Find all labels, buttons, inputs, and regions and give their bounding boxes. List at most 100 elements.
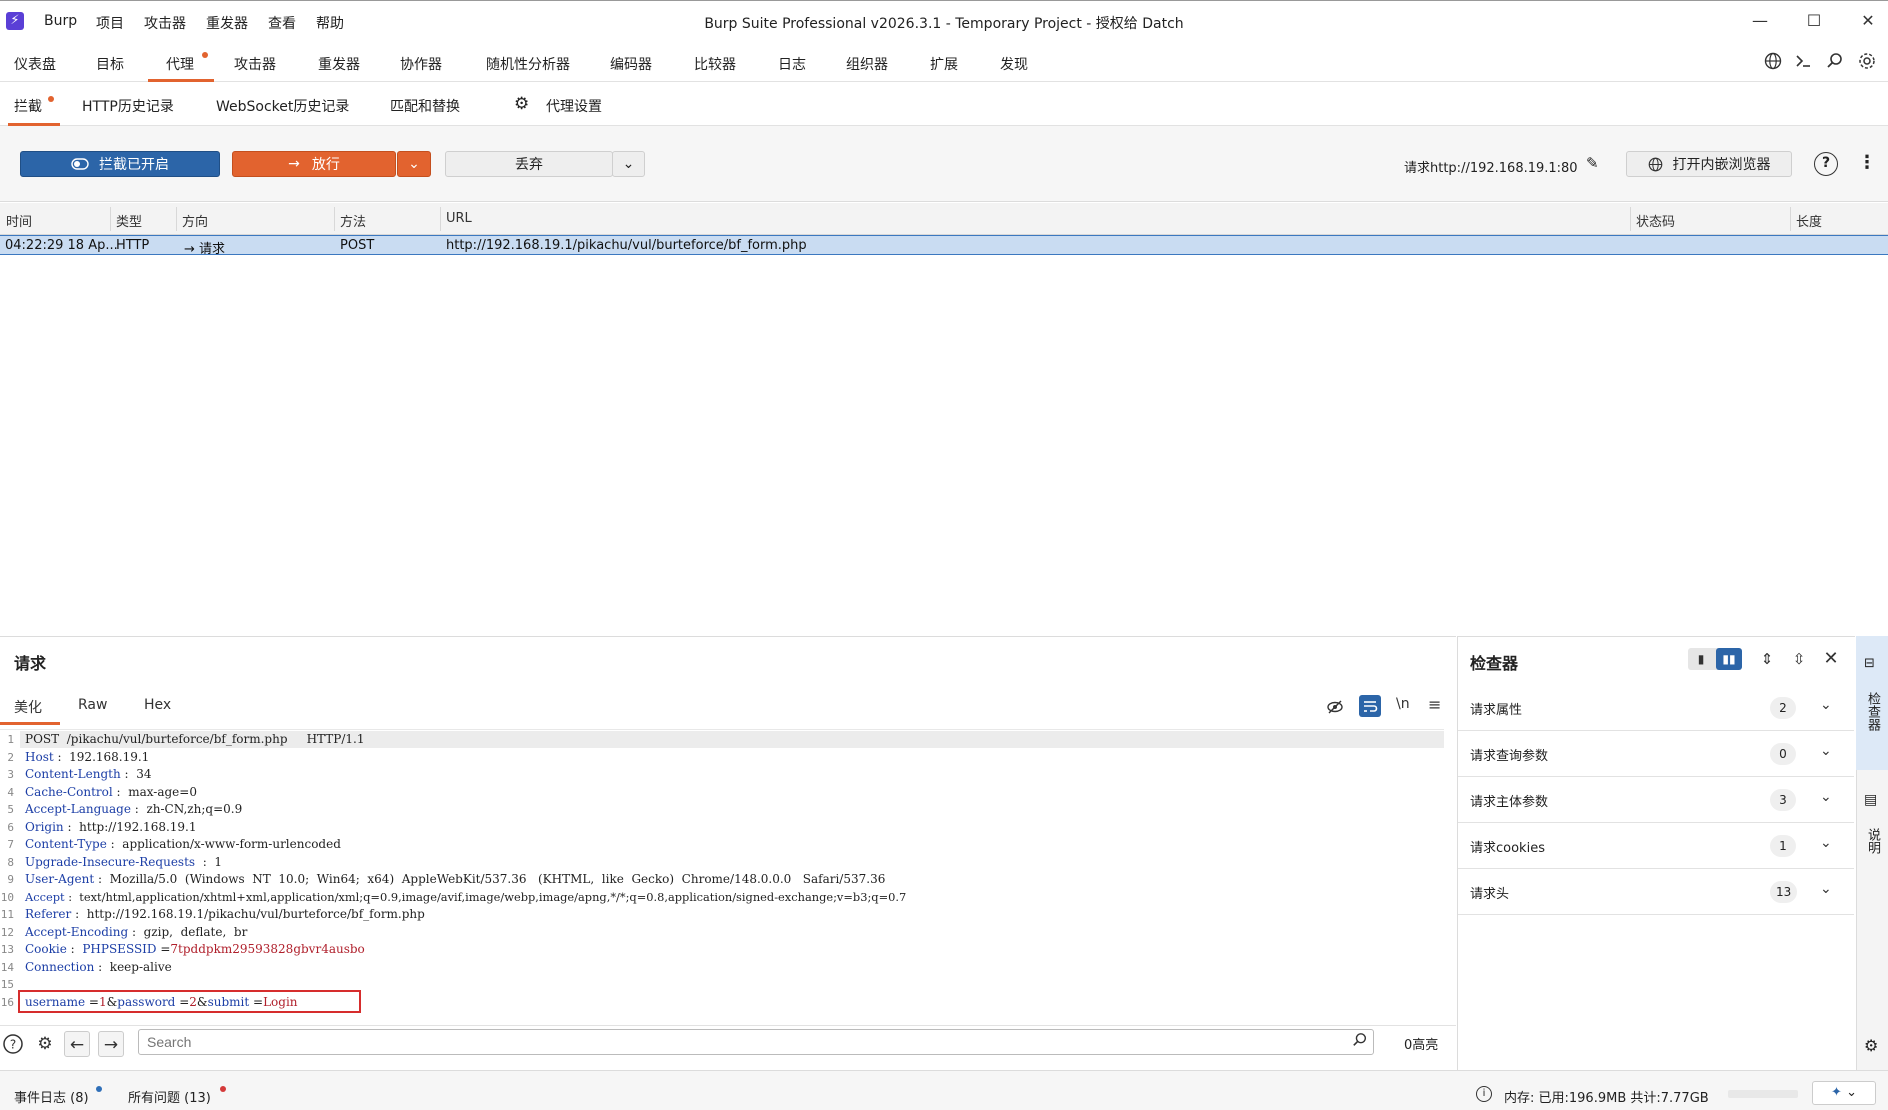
arrow-left-icon[interactable]: ←: [64, 1031, 90, 1057]
subtab-intercept[interactable]: 拦截: [14, 96, 42, 116]
request-target-label: 请求http://192.168.19.1:80: [1404, 161, 1578, 176]
cookie-line: Cookie : PHPSESSID =7tpddpkm29593828gbvr…: [25, 942, 365, 956]
tab-dashboard[interactable]: 仪表盘: [14, 54, 56, 74]
tab-extensions[interactable]: 扩展: [930, 54, 958, 74]
subtab-proxy-settings[interactable]: 代理设置: [546, 96, 602, 116]
menu-burp[interactable]: Burp: [44, 13, 77, 29]
tab-proxy[interactable]: 代理: [166, 54, 194, 74]
inspector-section[interactable]: 请求属性 2 ⌄: [1458, 685, 1854, 731]
gear-icon[interactable]: ⚙: [32, 1031, 58, 1057]
tab-discover[interactable]: 发现: [1000, 54, 1028, 74]
document-icon[interactable]: ▤: [1864, 792, 1877, 808]
event-log-dot: [96, 1086, 102, 1092]
menu-repeater[interactable]: 重发器: [206, 13, 248, 33]
tab-intruder[interactable]: 攻击器: [234, 54, 276, 74]
section-count-badge: 2: [1770, 697, 1796, 719]
open-browser-button[interactable]: 打开内嵌浏览器: [1626, 151, 1792, 177]
inspector-section[interactable]: 请求查询参数 0 ⌄: [1458, 731, 1854, 777]
section-count-badge: 13: [1770, 881, 1798, 903]
col-direction[interactable]: 方向: [182, 211, 208, 230]
subtab-match-replace[interactable]: 匹配和替换: [390, 96, 460, 116]
tab-logger[interactable]: 日志: [778, 54, 806, 74]
section-count-badge: 0: [1770, 743, 1796, 765]
subtab-websocket-history[interactable]: WebSocket历史记录: [216, 96, 349, 116]
layout-single-icon[interactable]: ▮: [1688, 648, 1714, 670]
col-status[interactable]: 状态码: [1636, 211, 1675, 230]
menu-intruder[interactable]: 攻击器: [144, 13, 186, 33]
col-url[interactable]: URL: [446, 211, 472, 226]
tab-decoder[interactable]: 编码器: [610, 54, 652, 74]
col-length[interactable]: 长度: [1796, 211, 1822, 230]
menu-project[interactable]: 项目: [96, 13, 124, 33]
terminal-icon[interactable]: [1792, 50, 1814, 72]
wrap-lines-icon[interactable]: [1359, 695, 1381, 717]
collapse-all-icon[interactable]: ⇳: [1786, 648, 1812, 670]
tab-sequencer[interactable]: 随机性分析器: [486, 54, 570, 74]
header-value: : max-age=0: [112, 785, 197, 799]
tab-repeater[interactable]: 重发器: [318, 54, 360, 74]
forward-button[interactable]: → 放行: [232, 151, 396, 177]
chevron-down-icon[interactable]: ⌄: [1820, 835, 1832, 851]
help-icon[interactable]: ?: [0, 1031, 26, 1057]
sidebar-item-inspector[interactable]: 检查器: [1862, 692, 1882, 731]
inspector-icon[interactable]: ⊟: [1864, 656, 1875, 671]
search-icon[interactable]: [1352, 1032, 1368, 1048]
chevron-down-icon[interactable]: ⌄: [1820, 881, 1832, 897]
close-icon[interactable]: ✕: [1818, 648, 1844, 670]
tab-raw[interactable]: Raw: [78, 697, 107, 713]
inspector-section[interactable]: 请求主体参数 3 ⌄: [1458, 777, 1854, 823]
header-value: : http://192.168.19.1/pikachu/vul/burtef…: [71, 907, 425, 921]
drop-button[interactable]: 丢弃: [445, 151, 613, 177]
menu-lines-icon[interactable]: ≡: [1428, 695, 1441, 714]
hide-nonprintable-icon[interactable]: [1326, 696, 1344, 716]
line-number: 13: [0, 943, 14, 956]
help-icon[interactable]: ?: [1814, 152, 1838, 176]
inspector-section[interactable]: 请求头 13 ⌄: [1458, 869, 1854, 915]
chevron-down-icon[interactable]: ⌄: [1820, 789, 1832, 805]
event-log-link[interactable]: 事件日志 (8): [14, 1087, 89, 1106]
layout-split-icon[interactable]: ▮▮: [1716, 648, 1742, 670]
menu-help[interactable]: 帮助: [316, 13, 344, 33]
gear-icon[interactable]: ⚙: [1864, 1036, 1878, 1055]
all-issues-link[interactable]: 所有问题 (13): [128, 1087, 211, 1106]
col-time[interactable]: 时间: [6, 211, 32, 230]
search-icon[interactable]: [1824, 50, 1846, 72]
menu-view[interactable]: 查看: [268, 13, 296, 33]
chevron-down-icon[interactable]: ⌄: [1820, 697, 1832, 713]
chevron-down-icon[interactable]: ⌄: [1820, 743, 1832, 759]
table-row[interactable]: 04:22:29 18 Ap... HTTP → 请求 POST http://…: [0, 235, 1888, 257]
subtab-http-history[interactable]: HTTP历史记录: [82, 96, 174, 116]
arrow-right-icon[interactable]: →: [98, 1031, 124, 1057]
sparkle-icon: ✦: [1831, 1085, 1842, 1100]
line-number: 15: [0, 978, 14, 991]
col-method[interactable]: 方法: [340, 211, 366, 230]
drop-dropdown-button[interactable]: ⌄: [612, 151, 645, 177]
inspector-section[interactable]: 请求cookies 1 ⌄: [1458, 823, 1854, 869]
forward-dropdown-button[interactable]: ⌄: [397, 151, 431, 177]
minimize-button[interactable]: —: [1740, 7, 1780, 35]
tab-hex[interactable]: Hex: [144, 697, 171, 713]
gear-icon[interactable]: [1856, 50, 1878, 72]
ai-assistant-dropdown[interactable]: ✦ ⌄: [1812, 1081, 1876, 1105]
newline-toggle-icon[interactable]: \n: [1396, 696, 1410, 712]
tab-organizer[interactable]: 组织器: [846, 54, 888, 74]
maximize-button[interactable]: ☐: [1794, 7, 1834, 35]
tab-target[interactable]: 目标: [96, 54, 124, 74]
search-input[interactable]: [138, 1029, 1374, 1055]
globe-icon[interactable]: [1762, 50, 1784, 72]
header-value: : 1: [195, 855, 222, 869]
more-options-icon[interactable]: ⋮: [1858, 152, 1876, 173]
tab-pretty[interactable]: 美化: [14, 697, 42, 717]
col-type[interactable]: 类型: [116, 211, 142, 230]
col-separator: [334, 207, 335, 231]
gear-icon[interactable]: ⚙: [514, 94, 529, 114]
tab-comparer[interactable]: 比较器: [694, 54, 736, 74]
request-editor[interactable]: [0, 729, 1444, 1011]
intercept-toggle-button[interactable]: 拦截已开启: [20, 151, 220, 177]
edit-pencil-icon[interactable]: ✎: [1586, 154, 1599, 172]
close-button[interactable]: ✕: [1848, 7, 1888, 35]
sidebar-item-notes[interactable]: 说明: [1862, 828, 1882, 854]
expand-all-icon[interactable]: ⇕: [1754, 648, 1780, 670]
tab-collaborator[interactable]: 协作器: [400, 54, 442, 74]
main-tabs: 仪表盘 目标 代理 攻击器 重发器 协作器 随机性分析器 编码器 比较器 日志 …: [0, 40, 1888, 82]
